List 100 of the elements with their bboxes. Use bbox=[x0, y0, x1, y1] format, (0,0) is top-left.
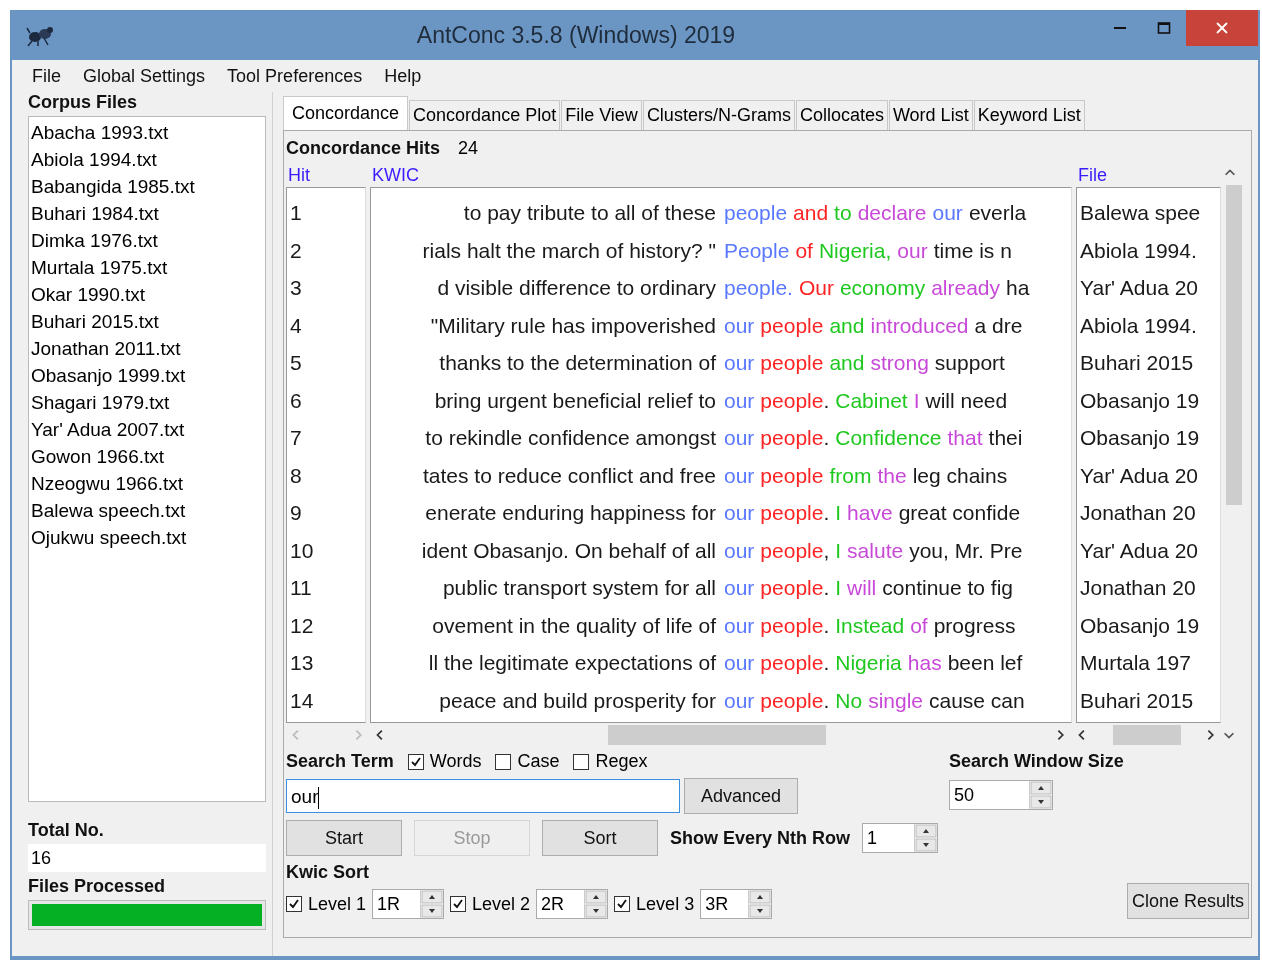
collocate-text: Nigeria bbox=[835, 650, 902, 676]
corpus-file-item[interactable]: Obasanjo 1999.txt bbox=[31, 362, 263, 389]
checkbox[interactable] bbox=[450, 896, 467, 912]
hits-label: Concordance Hits bbox=[286, 137, 441, 159]
left-context: public transport system for all bbox=[441, 575, 716, 601]
window-size-label: Search Window Size bbox=[949, 751, 1125, 772]
action-button[interactable]: Start bbox=[286, 820, 402, 856]
corpus-file-item[interactable]: Buhari 1984.txt bbox=[31, 200, 263, 227]
keyword-text: our bbox=[724, 575, 755, 601]
search-field[interactable]: our bbox=[286, 779, 680, 813]
collocate-text: people bbox=[760, 575, 824, 601]
hit-number: 7 bbox=[289, 425, 303, 451]
collocate-text: Nigeria, bbox=[818, 237, 892, 264]
menu-item[interactable]: Tool Preferences bbox=[227, 65, 363, 87]
collocate-text: of bbox=[910, 612, 928, 639]
menu-item[interactable]: Global Settings bbox=[83, 65, 206, 87]
context-text: been lef bbox=[947, 650, 1023, 676]
corpus-file-item[interactable]: Nzeogwu 1966.txt bbox=[31, 470, 263, 497]
collocate-text: our bbox=[897, 237, 928, 264]
spinner-value[interactable]: 1 bbox=[863, 824, 878, 852]
left-context: to rekindle confidence amongst bbox=[424, 425, 716, 451]
column-header[interactable]: Hit bbox=[286, 163, 366, 187]
checkbox[interactable] bbox=[286, 896, 302, 912]
checkbox[interactable] bbox=[495, 753, 512, 770]
checkbox-label: Level 2 bbox=[472, 893, 531, 915]
file-name: Obasanjo 19 bbox=[1079, 387, 1201, 414]
checkbox[interactable] bbox=[407, 753, 424, 770]
checkbox[interactable] bbox=[573, 753, 590, 770]
spinner-arrows-icon[interactable] bbox=[915, 824, 938, 852]
context-text: . bbox=[823, 500, 830, 526]
tab[interactable]: Word List bbox=[888, 100, 973, 130]
context-text: . bbox=[823, 575, 830, 601]
corpus-file-item[interactable]: Buhari 2015.txt bbox=[31, 308, 263, 335]
left-context: rials halt the march of history? " bbox=[421, 237, 716, 264]
search-term-label: Search Term bbox=[286, 751, 394, 772]
collocate-text: have bbox=[847, 500, 893, 526]
file-name: Buhari 2015 bbox=[1079, 350, 1195, 376]
corpus-file-item[interactable]: Abacha 1993.txt bbox=[31, 119, 263, 146]
collocate-text: people bbox=[760, 387, 824, 414]
maximize-icon bbox=[1157, 21, 1171, 35]
file-name: Murtala 197 bbox=[1079, 650, 1192, 676]
tab[interactable]: Keyword List bbox=[973, 100, 1085, 130]
corpus-file-item[interactable]: Ojukwu speech.txt bbox=[31, 524, 263, 551]
file-name: Balewa spee bbox=[1079, 200, 1202, 226]
corpus-file-item[interactable]: Jonathan 2011.txt bbox=[31, 335, 263, 362]
minimize-icon bbox=[1114, 27, 1126, 29]
tab[interactable]: File View bbox=[561, 100, 642, 130]
corpus-file-item[interactable]: Okar 1990.txt bbox=[31, 281, 263, 308]
spinner-arrows-icon[interactable] bbox=[1030, 781, 1052, 809]
hit-number: 5 bbox=[289, 350, 303, 376]
corpus-file-item[interactable]: Murtala 1975.txt bbox=[31, 254, 263, 281]
spinner-arrows-icon[interactable] bbox=[585, 890, 608, 918]
collocate-text: people bbox=[760, 462, 824, 489]
spinner-arrows-icon[interactable] bbox=[749, 890, 772, 918]
collocate-text: I bbox=[835, 500, 842, 526]
corpus-file-item[interactable]: Balewa speech.txt bbox=[31, 497, 263, 524]
collocate-text: people bbox=[760, 537, 824, 564]
corpus-file-item[interactable]: Abiola 1994.txt bbox=[31, 146, 263, 173]
column-header[interactable]: File bbox=[1076, 163, 1221, 187]
left-context: ovement in the quality of life of bbox=[431, 612, 716, 639]
advanced-button[interactable]: Advanced bbox=[684, 778, 798, 814]
collocate-text: I bbox=[835, 537, 842, 564]
collocate-text: strong bbox=[870, 350, 929, 376]
corpus-file-item[interactable]: Gowon 1966.txt bbox=[31, 443, 263, 470]
tab[interactable]: Concordance bbox=[283, 96, 409, 130]
menu-item[interactable]: Help bbox=[384, 65, 422, 87]
tab[interactable]: Clusters/N-Grams bbox=[642, 100, 795, 130]
collocate-text: people bbox=[760, 425, 824, 451]
collocate-text: No bbox=[835, 687, 863, 714]
spinner-arrows-icon[interactable] bbox=[421, 890, 444, 918]
corpus-file-item[interactable]: Babangida 1985.txt bbox=[31, 173, 263, 200]
keyword-text: our bbox=[724, 462, 755, 489]
keyword-text: our bbox=[724, 387, 755, 414]
corpus-file-item[interactable]: Yar' Adua 2007.txt bbox=[31, 416, 263, 443]
column-header[interactable]: KWIC bbox=[370, 163, 1072, 187]
collocate-text: to bbox=[834, 200, 852, 226]
collocate-text: people bbox=[760, 687, 824, 714]
collocate-text: I bbox=[835, 575, 842, 601]
file-name: Yar' Adua 20 bbox=[1079, 275, 1200, 301]
tab[interactable]: Collocates bbox=[795, 100, 888, 130]
collocate-text: has bbox=[907, 650, 942, 676]
context-text: . bbox=[823, 425, 830, 451]
menu-item[interactable]: File bbox=[32, 65, 61, 87]
left-context: ll the legitimate expectations of bbox=[427, 650, 716, 676]
total-label: Total No. bbox=[28, 820, 105, 841]
action-button[interactable]: Sort bbox=[542, 820, 658, 856]
context-text: time is n bbox=[933, 237, 1012, 264]
tab[interactable]: Concordance Plot bbox=[409, 100, 561, 130]
clone-results-button[interactable]: Clone Results bbox=[1127, 883, 1249, 919]
corpus-file-item[interactable]: Shagari 1979.txt bbox=[31, 389, 263, 416]
context-text: . bbox=[823, 687, 830, 714]
collocate-text: Our bbox=[798, 275, 834, 301]
collocate-text: Cabinet bbox=[835, 387, 908, 414]
context-text: continue to fig bbox=[882, 575, 1014, 601]
keyword-text: people bbox=[724, 200, 788, 226]
total-value: 16 bbox=[28, 844, 266, 872]
keyword-text: our bbox=[724, 312, 755, 339]
collocate-text: and bbox=[829, 350, 865, 376]
corpus-file-item[interactable]: Dimka 1976.txt bbox=[31, 227, 263, 254]
checkbox[interactable] bbox=[614, 896, 631, 912]
